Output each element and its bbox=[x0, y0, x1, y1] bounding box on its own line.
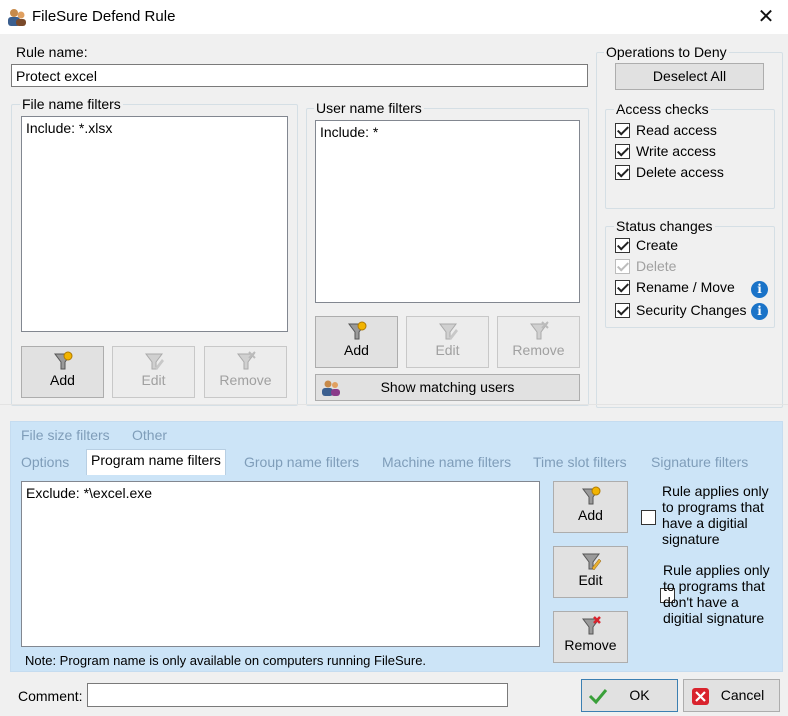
rename-move-checkbox[interactable]: Rename / Move bbox=[615, 278, 735, 298]
security-changes-label: Security Changes bbox=[636, 302, 747, 319]
tab-other[interactable]: Other bbox=[132, 427, 167, 443]
ok-label: OK bbox=[629, 687, 650, 703]
checkbox-box[interactable] bbox=[615, 122, 630, 138]
file-filter-edit-label: Edit bbox=[141, 372, 166, 388]
rule-name-input[interactable] bbox=[11, 64, 588, 87]
tab-program-name-filters[interactable]: Program name filters bbox=[86, 449, 226, 475]
tab-machine-name-filters[interactable]: Machine name filters bbox=[382, 454, 511, 470]
filter-edit-icon bbox=[438, 323, 458, 340]
user-filter-edit-label: Edit bbox=[435, 342, 460, 358]
program-filter-edit-button[interactable]: Edit bbox=[553, 546, 628, 598]
access-checks-label: Access checks bbox=[614, 101, 711, 117]
user-filter-remove-label: Remove bbox=[512, 342, 565, 358]
checkbox-box[interactable] bbox=[615, 279, 630, 295]
comment-input[interactable] bbox=[87, 683, 508, 707]
show-matching-users-label: Show matching users bbox=[380, 379, 515, 395]
filter-remove-icon bbox=[581, 616, 601, 635]
signed-programs-label: Rule applies only to programs that have … bbox=[662, 483, 769, 547]
filter-add-icon bbox=[347, 321, 366, 340]
list-item[interactable]: Include: *.xlsx bbox=[26, 120, 283, 136]
file-filter-remove-label: Remove bbox=[219, 372, 272, 388]
users-icon bbox=[322, 380, 340, 396]
file-filter-add-button[interactable]: Add bbox=[21, 346, 104, 398]
tab-options[interactable]: Options bbox=[21, 454, 69, 470]
filter-remove-icon bbox=[529, 321, 549, 340]
info-icon[interactable]: i bbox=[751, 303, 768, 320]
program-filter-remove-button[interactable]: Remove bbox=[553, 611, 628, 663]
filter-edit-icon bbox=[581, 553, 601, 571]
cancel-button[interactable]: Cancel bbox=[683, 679, 780, 712]
create-checkbox[interactable]: Create bbox=[615, 236, 678, 256]
file-filter-edit-button[interactable]: Edit bbox=[112, 346, 195, 398]
show-matching-users-button[interactable]: Show matching users bbox=[315, 374, 580, 401]
ok-button[interactable]: OK bbox=[581, 679, 678, 712]
cancel-x-icon bbox=[692, 688, 709, 705]
file-name-filters-label: File name filters bbox=[20, 96, 123, 112]
file-filter-remove-button[interactable]: Remove bbox=[204, 346, 287, 398]
list-item[interactable]: Include: * bbox=[320, 124, 575, 140]
program-filter-add-label: Add bbox=[578, 507, 603, 523]
comment-label: Comment: bbox=[18, 688, 83, 704]
tab-time-slot-filters[interactable]: Time slot filters bbox=[533, 454, 627, 470]
signed-programs-checkbox[interactable] bbox=[641, 509, 656, 525]
program-filter-add-button[interactable]: Add bbox=[553, 481, 628, 533]
program-name-note: Note: Program name is only available on … bbox=[25, 653, 427, 668]
file-filter-add-label: Add bbox=[50, 372, 75, 388]
user-filter-add-button[interactable]: Add bbox=[315, 316, 398, 368]
delete-access-checkbox[interactable]: Delete access bbox=[615, 163, 724, 183]
user-name-filters-list[interactable]: Include: * bbox=[315, 120, 580, 303]
write-access-label: Write access bbox=[636, 143, 716, 160]
filter-add-icon bbox=[581, 486, 600, 505]
filter-add-icon bbox=[53, 351, 72, 370]
tab-signature-filters[interactable]: Signature filters bbox=[651, 454, 748, 470]
tab-file-size-filters[interactable]: File size filters bbox=[21, 427, 110, 443]
rename-move-label: Rename / Move bbox=[636, 279, 735, 296]
program-name-filters-list[interactable]: Exclude: *\excel.exe bbox=[21, 481, 540, 647]
user-filter-remove-button[interactable]: Remove bbox=[497, 316, 580, 368]
checkbox-box[interactable] bbox=[615, 302, 630, 318]
checkbox-box[interactable] bbox=[615, 164, 630, 180]
rule-name-label: Rule name: bbox=[16, 44, 88, 60]
write-access-checkbox[interactable]: Write access bbox=[615, 142, 716, 162]
security-changes-checkbox[interactable]: Security Changes bbox=[615, 301, 747, 321]
window-title: FileSure Defend Rule bbox=[32, 8, 176, 25]
user-filter-add-label: Add bbox=[344, 342, 369, 358]
filter-edit-icon bbox=[144, 353, 164, 370]
file-name-filters-list[interactable]: Include: *.xlsx bbox=[21, 116, 288, 332]
app-users-icon bbox=[8, 9, 26, 26]
info-icon[interactable]: i bbox=[751, 281, 768, 298]
checkbox-box[interactable] bbox=[615, 143, 630, 159]
unsigned-programs-label: Rule applies only to programs that don't… bbox=[663, 562, 770, 626]
program-filter-edit-label: Edit bbox=[578, 572, 603, 588]
deselect-all-button[interactable]: Deselect All bbox=[615, 63, 764, 90]
title-bar: FileSure Defend Rule ✕ bbox=[0, 0, 788, 34]
filter-remove-icon bbox=[236, 351, 256, 370]
read-access-checkbox[interactable]: Read access bbox=[615, 121, 717, 141]
checkbox-box[interactable] bbox=[615, 258, 630, 274]
create-label: Create bbox=[636, 237, 679, 254]
user-filter-edit-button[interactable]: Edit bbox=[406, 316, 489, 368]
operations-label: Operations to Deny bbox=[604, 44, 729, 60]
delete-access-label: Delete access bbox=[636, 164, 724, 181]
read-access-label: Read access bbox=[636, 122, 717, 139]
status-changes-label: Status changes bbox=[614, 218, 715, 234]
checkbox-box[interactable] bbox=[615, 237, 630, 253]
delete-label: Delete bbox=[636, 258, 677, 275]
list-item[interactable]: Exclude: *\excel.exe bbox=[26, 485, 535, 501]
close-icon[interactable]: ✕ bbox=[752, 4, 780, 30]
divider bbox=[0, 404, 788, 405]
cancel-label: Cancel bbox=[720, 687, 765, 703]
tab-group-name-filters[interactable]: Group name filters bbox=[244, 454, 359, 470]
delete-checkbox[interactable]: Delete bbox=[615, 257, 676, 277]
checkmark-icon bbox=[588, 689, 608, 705]
program-filter-remove-label: Remove bbox=[564, 637, 617, 653]
user-name-filters-label: User name filters bbox=[314, 100, 424, 116]
